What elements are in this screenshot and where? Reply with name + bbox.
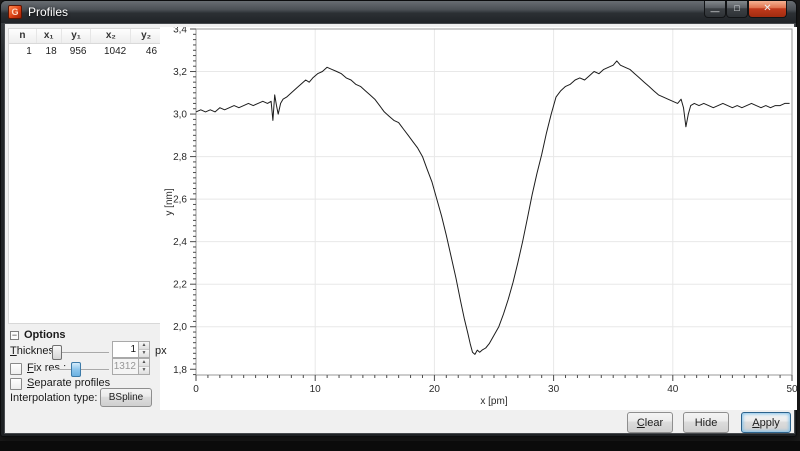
window-title: Profiles — [28, 5, 68, 19]
svg-text:50: 50 — [786, 384, 797, 395]
svg-text:2,8: 2,8 — [173, 152, 187, 163]
fix-res-slider-handle[interactable] — [71, 362, 81, 377]
thickness-spinbox: ▲ ▼ — [112, 341, 150, 358]
column-header-x1: x₁ — [37, 29, 62, 43]
fix-res-checkbox[interactable] — [10, 363, 22, 375]
table-row[interactable]: 1 18 956 1042 46 — [9, 44, 162, 59]
svg-text:x [pm]: x [pm] — [480, 396, 507, 407]
separate-profiles-label: Separate profiles — [27, 377, 110, 389]
options-expander[interactable]: − Options — [10, 329, 66, 341]
svg-text:3,2: 3,2 — [173, 67, 187, 78]
thickness-slider-handle[interactable] — [52, 345, 62, 360]
svg-text:2,6: 2,6 — [173, 195, 187, 206]
svg-text:2,4: 2,4 — [173, 237, 187, 248]
options-title: Options — [24, 329, 66, 341]
svg-text:3,4: 3,4 — [173, 27, 187, 36]
profile-graph: 0 10 20 30 40 50 3,4 3,2 3,0 2,8 2,6 2,4 2,2 2,0 1,8 x … — [160, 27, 797, 410]
svg-text:y [nm]: y [nm] — [164, 188, 175, 215]
spin-down-icon[interactable]: ▼ — [139, 350, 149, 357]
close-button[interactable]: ✕ — [748, 1, 787, 18]
column-header-n: n — [9, 29, 37, 43]
spin-down-icon[interactable]: ▼ — [139, 367, 149, 374]
profiles-window: G Profiles — □ ✕ n x₁ y₁ x₂ y₂ 1 18 956 … — [0, 0, 797, 437]
gwyddion-app-icon: G — [8, 5, 22, 19]
maximize-button[interactable]: □ — [726, 1, 748, 18]
fix-res-input[interactable] — [113, 359, 138, 374]
interpolation-dropdown[interactable]: BSpline — [100, 388, 152, 407]
cell-x2: 1042 — [91, 44, 131, 59]
svg-text:2,0: 2,0 — [173, 322, 187, 333]
svg-text:0: 0 — [193, 384, 199, 395]
svg-text:2,2: 2,2 — [173, 280, 187, 291]
thickness-slider[interactable] — [51, 344, 109, 361]
svg-text:20: 20 — [429, 384, 441, 395]
svg-text:40: 40 — [667, 384, 679, 395]
separate-profiles-checkbox[interactable] — [10, 378, 22, 390]
taskbar-strip — [0, 441, 800, 451]
column-header-y2: y₂ — [131, 29, 162, 43]
interpolation-label: Interpolation type: — [10, 392, 97, 404]
profile-plot: 0 10 20 30 40 50 3,4 3,2 3,0 2,8 2,6 2,4 2,2 2,0 1,8 x … — [160, 27, 797, 410]
apply-button[interactable]: Apply — [741, 412, 791, 433]
svg-text:10: 10 — [310, 384, 322, 395]
clear-button[interactable]: Clear — [627, 412, 673, 433]
column-header-y1: y₁ — [62, 29, 92, 43]
collapse-icon: − — [10, 331, 19, 340]
spin-up-icon[interactable]: ▲ — [139, 359, 149, 367]
table-header: n x₁ y₁ x₂ y₂ — [9, 29, 162, 44]
thickness-input[interactable] — [113, 342, 138, 357]
cell-y2: 46 — [131, 44, 162, 59]
svg-text:3,0: 3,0 — [173, 110, 187, 121]
spin-up-icon[interactable]: ▲ — [139, 342, 149, 350]
column-header-x2: x₂ — [91, 29, 131, 43]
svg-text:30: 30 — [548, 384, 560, 395]
cell-y1: 956 — [62, 44, 92, 59]
thickness-unit: px — [155, 345, 167, 357]
fix-res-slider[interactable] — [51, 361, 109, 378]
cell-x1: 18 — [37, 44, 62, 59]
minimize-button[interactable]: — — [704, 1, 726, 18]
dialog-client-area: n x₁ y₁ x₂ y₂ 1 18 956 1042 46 0 10 20 30 40… — [4, 23, 795, 434]
fix-res-spinbox: ▲ ▼ — [112, 358, 150, 375]
cell-n: 1 — [9, 44, 37, 59]
profile-table: n x₁ y₁ x₂ y₂ 1 18 956 1042 46 — [8, 28, 163, 324]
hide-button[interactable]: Hide — [683, 412, 729, 433]
titlebar[interactable]: G Profiles — □ ✕ — [1, 1, 796, 23]
svg-text:1,8: 1,8 — [173, 365, 187, 376]
